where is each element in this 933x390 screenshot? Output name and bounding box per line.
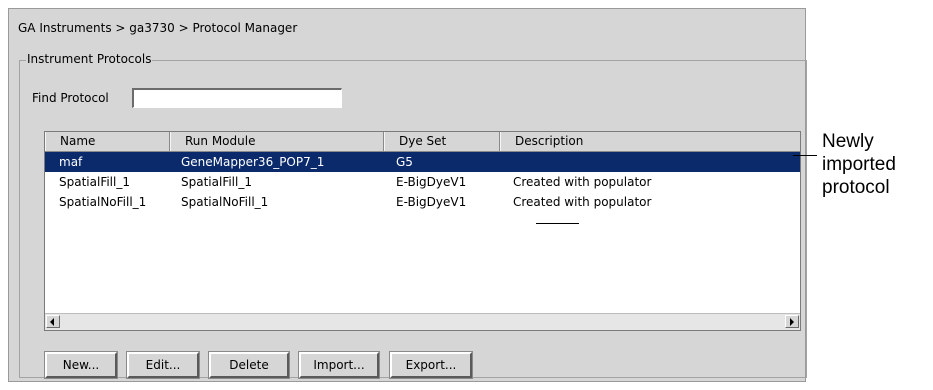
cell-run-module: GeneMapper36_POP7_1 [181, 155, 325, 169]
edit-button[interactable]: Edit... [126, 351, 200, 379]
breadcrumb: GA Instruments > ga3730 > Protocol Manag… [18, 21, 298, 35]
table-row-maf[interactable]: maf GeneMapper36_POP7_1 G5 [45, 152, 800, 172]
export-button[interactable]: Export... [389, 351, 473, 379]
scroll-right-button[interactable] [785, 315, 799, 328]
callout-line-3: protocol [822, 177, 890, 198]
new-button[interactable]: New... [44, 351, 118, 379]
cell-dye-set: G5 [396, 155, 413, 169]
column-header-run-module[interactable]: Run Module [170, 132, 384, 151]
arrow-left-icon [50, 318, 54, 326]
find-protocol-input[interactable] [132, 88, 342, 108]
protocol-table: Name Run Module Dye Set Description maf … [44, 131, 801, 331]
callout-leader-line [793, 155, 817, 156]
cell-dye-set: E-BigDyeV1 [396, 175, 467, 189]
callout-line-2: imported [822, 154, 896, 175]
cell-run-module: SpatialNoFill_1 [181, 195, 269, 209]
arrow-right-icon [790, 318, 794, 326]
cell-run-module: SpatialFill_1 [181, 175, 252, 189]
scroll-left-button[interactable] [46, 315, 60, 328]
find-protocol-label: Find Protocol [32, 91, 109, 105]
column-header-name[interactable]: Name [45, 132, 170, 151]
callout-annotation: Newly imported protocol [822, 130, 896, 199]
table-row-spatialfill[interactable]: SpatialFill_1 SpatialFill_1 E-BigDyeV1 C… [45, 172, 800, 192]
delete-button[interactable]: Delete [208, 351, 290, 379]
horizontal-scrollbar[interactable] [45, 313, 800, 330]
column-header-dye-set[interactable]: Dye Set [384, 132, 500, 151]
cell-name: SpatialFill_1 [59, 175, 130, 189]
callout-line-1: Newly [822, 131, 874, 152]
cell-name: SpatialNoFill_1 [59, 195, 147, 209]
cell-name: maf [59, 155, 83, 169]
table-header: Name Run Module Dye Set Description [45, 132, 800, 152]
cell-description: Created with populator [513, 175, 652, 189]
import-button[interactable]: Import... [298, 351, 380, 379]
cell-dye-set: E-BigDyeV1 [396, 195, 467, 209]
table-row-spatialnofill[interactable]: SpatialNoFill_1 SpatialNoFill_1 E-BigDye… [45, 192, 800, 212]
instrument-protocols-group: Instrument Protocols Find Protocol Name … [19, 52, 807, 379]
protocol-manager-panel: GA Instruments > ga3730 > Protocol Manag… [8, 8, 807, 382]
cell-description: Created with populator [513, 195, 652, 209]
group-title: Instrument Protocols [26, 52, 153, 66]
column-header-description[interactable]: Description [500, 132, 800, 151]
annotation-underline [536, 223, 579, 224]
